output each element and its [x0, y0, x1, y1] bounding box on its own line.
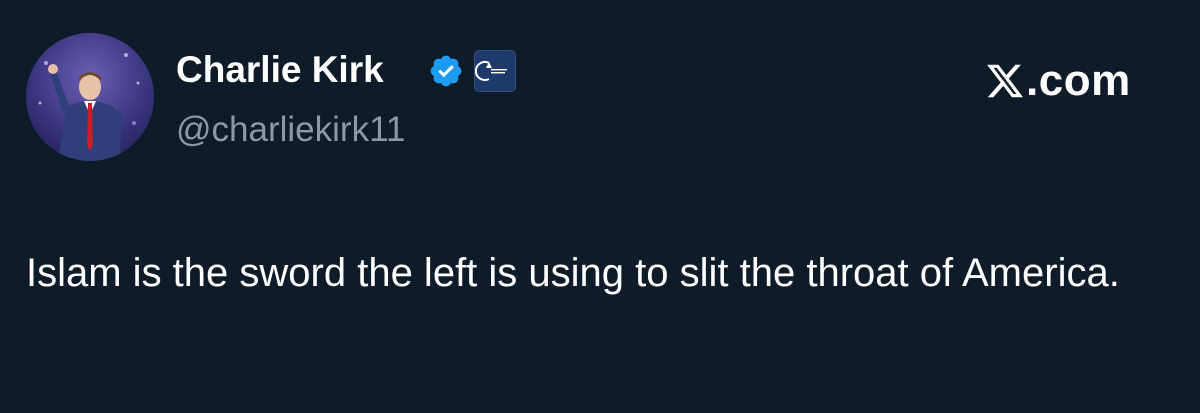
x-logo-icon: [987, 64, 1024, 98]
xcom-domain-text: .com: [1026, 56, 1131, 105]
display-name[interactable]: Charlie Kirk: [176, 46, 384, 94]
avatar-image: [26, 33, 154, 161]
affiliate-badge-icon[interactable]: [474, 50, 516, 92]
tweet-text: Islam is the sword the left is using to …: [26, 251, 1120, 295]
xcom-logo: .com: [984, 56, 1131, 106]
tweet-card: Charlie Kirk @charliekirk11 .com Islam i…: [0, 0, 1200, 413]
verified-badge-icon: [428, 53, 464, 89]
avatar[interactable]: [26, 33, 154, 161]
handle[interactable]: @charliekirk11: [176, 108, 405, 152]
